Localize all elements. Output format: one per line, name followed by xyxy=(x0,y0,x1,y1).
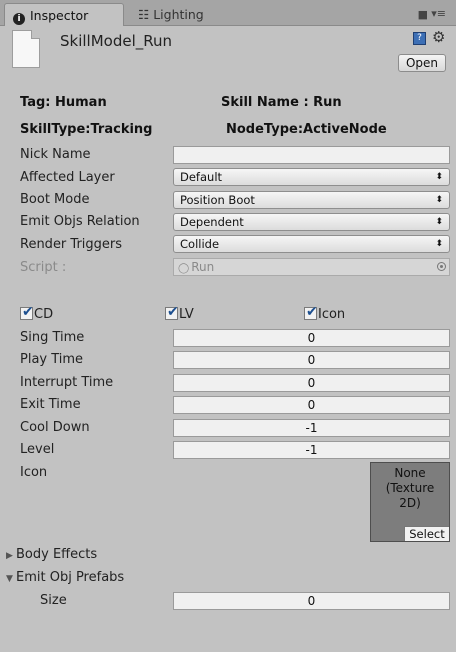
collapsed-arrow-icon: ▶ xyxy=(6,551,13,561)
emit-objs-relation-dropdown[interactable]: Dependent ⬍ xyxy=(173,213,450,231)
icon-label: Icon xyxy=(20,465,48,480)
affected-layer-value: Default xyxy=(180,170,223,184)
size-field[interactable]: 0 xyxy=(173,592,450,610)
sing-time-field[interactable]: 0 xyxy=(173,329,450,347)
asset-name: SkillModel_Run xyxy=(60,32,173,50)
open-button[interactable]: Open xyxy=(398,54,446,72)
asset-header: SkillModel_Run ? ⚙ Open xyxy=(0,26,456,78)
exit-time-label: Exit Time xyxy=(20,397,81,412)
object-picker-icon[interactable] xyxy=(437,262,446,271)
cd-toggle-label: CD xyxy=(34,307,54,322)
interrupt-time-field[interactable]: 0 xyxy=(173,374,450,392)
info-icon: i xyxy=(13,13,25,25)
lv-checkbox[interactable]: ✔ xyxy=(165,304,179,320)
checkmark-icon: ✔ xyxy=(167,304,179,320)
size-label: Size xyxy=(40,593,67,608)
tag-label: Tag: Human xyxy=(20,95,107,110)
play-time-field[interactable]: 0 xyxy=(173,351,450,369)
dropdown-arrows-icon: ⬍ xyxy=(435,239,443,249)
body-effects-foldout[interactable]: ▶ Body Effects xyxy=(6,547,97,562)
texture-select-button[interactable]: Select xyxy=(404,526,449,541)
render-triggers-value: Collide xyxy=(180,237,220,251)
play-time-label: Play Time xyxy=(20,352,84,367)
checkmark-icon: ✔ xyxy=(22,304,34,320)
emit-obj-prefabs-label: Emit Obj Prefabs xyxy=(16,570,125,585)
texture-none-text: None xyxy=(394,466,426,480)
boot-mode-value: Position Boot xyxy=(180,193,255,207)
script-label: Script : xyxy=(20,260,67,275)
icon-toggle[interactable]: ✔ Icon xyxy=(304,304,346,322)
texture-type-text: (Texture xyxy=(385,481,435,495)
boot-mode-label: Boot Mode xyxy=(20,192,90,207)
level-field[interactable]: -1 xyxy=(173,441,450,459)
dropdown-arrows-icon: ⬍ xyxy=(435,217,443,227)
interrupt-time-label: Interrupt Time xyxy=(20,375,114,390)
cd-toggle[interactable]: ✔ CD xyxy=(20,304,54,322)
render-triggers-dropdown[interactable]: Collide ⬍ xyxy=(173,235,450,253)
file-icon xyxy=(12,30,40,68)
gear-icon[interactable]: ⚙ xyxy=(432,28,445,46)
lv-toggle[interactable]: ✔ LV xyxy=(165,304,194,322)
dropdown-arrows-icon: ⬍ xyxy=(435,195,443,205)
sing-time-label: Sing Time xyxy=(20,330,85,345)
script-value: Run xyxy=(191,260,215,274)
affected-layer-dropdown[interactable]: Default ⬍ xyxy=(173,168,450,186)
level-label: Level xyxy=(20,442,55,457)
dropdown-arrows-icon: ⬍ xyxy=(435,172,443,182)
tab-lighting-label: Lighting xyxy=(153,7,204,22)
affected-layer-label: Affected Layer xyxy=(20,170,115,185)
script-field: ◯ Run xyxy=(173,258,450,276)
tab-inspector-label: Inspector xyxy=(30,8,89,23)
nick-name-label: Nick Name xyxy=(20,147,91,162)
emit-obj-prefabs-foldout[interactable]: ▼ Emit Obj Prefabs xyxy=(6,570,124,585)
tab-bar: i Inspector ☷ Lighting ■ ▾≡ xyxy=(0,0,456,26)
render-triggers-label: Render Triggers xyxy=(20,237,123,252)
cool-down-field[interactable]: -1 xyxy=(173,419,450,437)
nick-name-field[interactable] xyxy=(173,146,450,164)
script-file-icon: ◯ xyxy=(178,263,190,274)
skill-type-label: SkillType:Tracking xyxy=(20,122,153,137)
icon-texture-field[interactable]: None (Texture 2D) Select xyxy=(370,462,450,542)
texture-type-text-2: 2D) xyxy=(399,496,421,510)
expanded-arrow-icon: ▼ xyxy=(6,574,13,584)
skill-name-label: Skill Name : Run xyxy=(221,95,342,110)
icon-toggle-label: Icon xyxy=(318,307,346,322)
body-effects-label: Body Effects xyxy=(16,547,98,562)
boot-mode-dropdown[interactable]: Position Boot ⬍ xyxy=(173,191,450,209)
help-book-icon[interactable]: ? xyxy=(413,32,426,45)
tab-lighting[interactable]: ☷ Lighting xyxy=(130,3,250,26)
cd-checkbox[interactable]: ✔ xyxy=(20,304,34,320)
node-type-label: NodeType:ActiveNode xyxy=(226,122,387,137)
lv-toggle-label: LV xyxy=(179,307,194,322)
lighting-icon: ☷ xyxy=(138,7,150,22)
tab-inspector[interactable]: i Inspector xyxy=(4,3,124,26)
emit-objs-relation-value: Dependent xyxy=(180,215,244,229)
checkmark-icon: ✔ xyxy=(306,304,318,320)
exit-time-field[interactable]: 0 xyxy=(173,396,450,414)
lock-icon[interactable]: ■ xyxy=(418,8,428,21)
emit-objs-relation-label: Emit Objs Relation xyxy=(20,214,140,229)
icon-checkbox[interactable]: ✔ xyxy=(304,304,318,320)
cool-down-label: Cool Down xyxy=(20,420,90,435)
menu-icon[interactable]: ▾≡ xyxy=(431,7,446,20)
